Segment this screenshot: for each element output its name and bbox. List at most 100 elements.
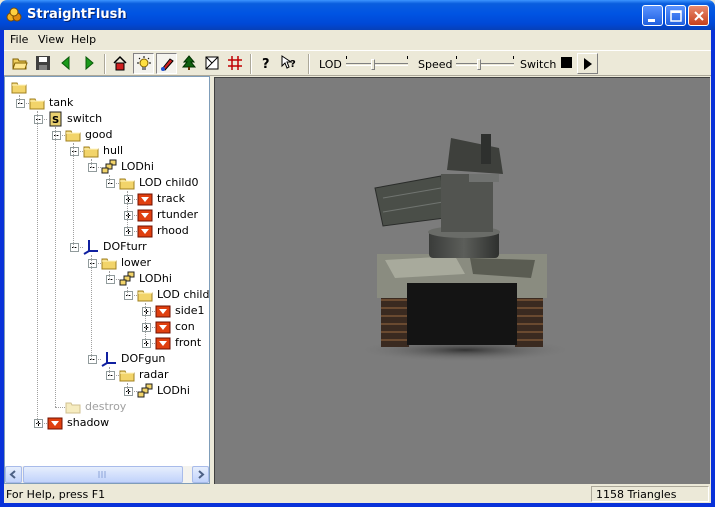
toolbar-separator bbox=[104, 54, 106, 74]
tree-horizontal-scrollbar[interactable] bbox=[5, 466, 209, 483]
grid-button[interactable] bbox=[225, 53, 246, 74]
open-button[interactable] bbox=[10, 53, 31, 74]
tree-connector bbox=[127, 215, 137, 216]
scroll-left-button[interactable] bbox=[5, 466, 22, 483]
tree-button[interactable] bbox=[179, 53, 200, 74]
folder-icon bbox=[29, 98, 45, 110]
menu-help[interactable]: Help bbox=[71, 33, 96, 46]
tree-node-label: LOD child0 bbox=[139, 176, 199, 189]
tree-connector bbox=[73, 151, 83, 152]
tree-connector bbox=[145, 327, 155, 328]
grip-icon bbox=[98, 471, 106, 478]
minimize-icon bbox=[648, 19, 655, 22]
status-bar: For Help, press F1 1158 Triangles bbox=[4, 485, 711, 503]
tree-connector bbox=[109, 271, 110, 279]
tree-connector bbox=[55, 135, 65, 136]
tree-node-label: LOD child0 bbox=[157, 288, 210, 301]
tree-node[interactable]: hull bbox=[5, 143, 209, 159]
save-button[interactable] bbox=[33, 53, 54, 74]
tree-node[interactable]: DOFgun bbox=[5, 351, 209, 367]
triangle-count: 1158 Triangles bbox=[596, 488, 677, 501]
paint-button[interactable] bbox=[156, 53, 177, 74]
minimize-button[interactable] bbox=[642, 5, 663, 26]
tree-node[interactable] bbox=[5, 79, 209, 95]
tree-node[interactable]: tank bbox=[5, 95, 209, 111]
tree-connector bbox=[55, 127, 56, 407]
tree-node-label: tank bbox=[49, 96, 74, 109]
paint-icon bbox=[161, 58, 174, 71]
tree-node[interactable]: LODhi bbox=[5, 383, 209, 399]
3d-viewport[interactable] bbox=[214, 77, 710, 484]
tree-connector bbox=[73, 143, 74, 247]
status-help-text: For Help, press F1 bbox=[6, 488, 106, 501]
light-icon bbox=[137, 56, 151, 70]
tree-node[interactable]: front bbox=[5, 335, 209, 351]
menu-file[interactable]: File bbox=[10, 33, 28, 46]
tree-connector bbox=[37, 423, 47, 424]
folder-icon bbox=[137, 290, 153, 302]
tree-connector bbox=[109, 175, 110, 183]
scroll-right-button[interactable] bbox=[192, 466, 209, 483]
geometry-icon bbox=[155, 321, 171, 334]
forward-button[interactable] bbox=[79, 53, 100, 74]
tree-node[interactable]: LODhi bbox=[5, 159, 209, 175]
tree-node[interactable]: rhood bbox=[5, 223, 209, 239]
tree-node-label: rhood bbox=[157, 224, 189, 237]
help-button[interactable]: ? bbox=[256, 53, 277, 74]
scene-tree[interactable]: tank Sswitch good hull LODhi LOD child0 track r… bbox=[4, 76, 210, 484]
window-frame-bottom bbox=[0, 503, 715, 507]
tree-node-label: lower bbox=[121, 256, 152, 269]
tree-node[interactable]: shadow bbox=[5, 415, 209, 431]
title-bar: StraightFlush bbox=[0, 0, 715, 30]
tree-node-label: switch bbox=[67, 112, 103, 125]
window-title: StraightFlush bbox=[27, 7, 127, 22]
speed-slider[interactable] bbox=[456, 56, 514, 72]
tree-node[interactable]: Sswitch bbox=[5, 111, 209, 127]
tree-node[interactable]: destroy bbox=[5, 399, 209, 415]
back-arrow-icon bbox=[61, 55, 70, 71]
geometry-icon bbox=[137, 209, 153, 222]
tree-connector bbox=[109, 183, 119, 184]
tree-node[interactable]: LOD child0 bbox=[5, 287, 210, 303]
tree-connector bbox=[127, 199, 137, 200]
tree-node[interactable]: lower bbox=[5, 255, 209, 271]
tree-node[interactable]: LODhi bbox=[5, 271, 209, 287]
stop-button[interactable] bbox=[557, 53, 578, 74]
home-button[interactable] bbox=[110, 53, 131, 74]
tree-connector bbox=[127, 191, 128, 231]
lod-slider[interactable] bbox=[346, 56, 408, 72]
folder-icon bbox=[119, 370, 135, 382]
speed-slider-thumb[interactable] bbox=[477, 59, 481, 70]
maximize-button[interactable] bbox=[665, 5, 686, 26]
tree-node[interactable]: con bbox=[5, 319, 209, 335]
tree-node[interactable]: rtunder bbox=[5, 207, 209, 223]
tree-node-label: rtunder bbox=[157, 208, 199, 221]
lod-slider-thumb[interactable] bbox=[371, 59, 375, 70]
context-help-icon: ? bbox=[281, 55, 296, 70]
tree-node[interactable]: good bbox=[5, 127, 209, 143]
tree-node-label: LODhi bbox=[139, 272, 172, 285]
tree-connector bbox=[109, 367, 110, 375]
light-button[interactable] bbox=[133, 53, 154, 74]
geometry-icon bbox=[137, 225, 153, 238]
back-button[interactable] bbox=[56, 53, 77, 74]
menu-view[interactable]: View bbox=[38, 33, 64, 46]
tree-connector bbox=[109, 375, 119, 376]
context-help-button[interactable]: ? bbox=[279, 53, 300, 74]
tree-node[interactable]: side1 bbox=[5, 303, 209, 319]
tree-node[interactable]: DOFturr bbox=[5, 239, 209, 255]
tree-node[interactable]: track bbox=[5, 191, 209, 207]
tree-node-label: good bbox=[85, 128, 113, 141]
tree-node[interactable]: LOD child0 bbox=[5, 175, 209, 191]
close-button[interactable] bbox=[688, 5, 709, 26]
play-button[interactable] bbox=[577, 53, 598, 74]
texture-button[interactable] bbox=[202, 53, 223, 74]
grid-icon bbox=[228, 56, 242, 70]
tree-node-label: con bbox=[175, 320, 195, 333]
app-icon bbox=[6, 7, 22, 23]
scroll-thumb[interactable] bbox=[23, 466, 183, 483]
tree-connector bbox=[91, 359, 101, 360]
lod-icon bbox=[119, 271, 135, 286]
tree-node[interactable]: radar bbox=[5, 367, 209, 383]
tree-node-label: DOFgun bbox=[121, 352, 166, 365]
